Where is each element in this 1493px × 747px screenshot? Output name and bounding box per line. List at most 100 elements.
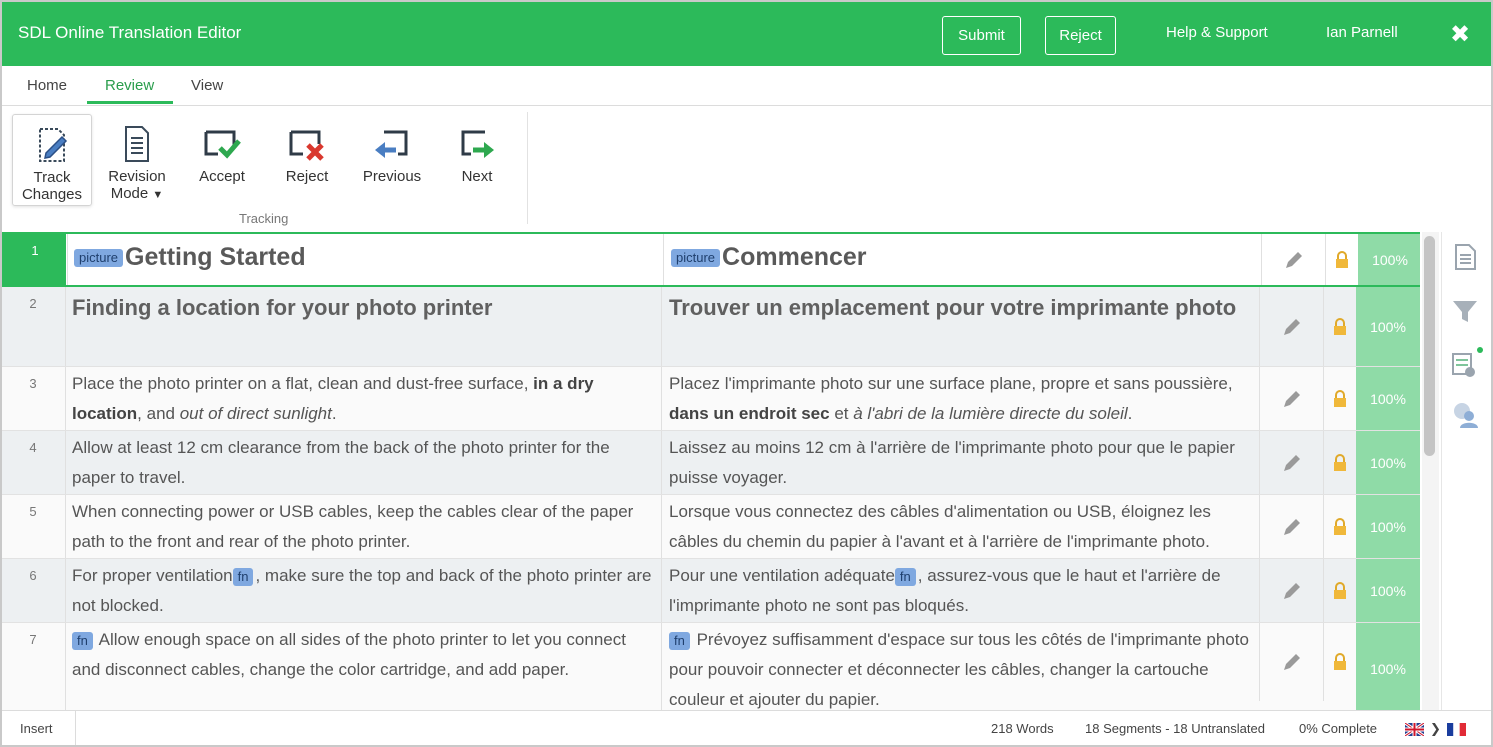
lock-icon: [1334, 517, 1346, 535]
match-percentage: 100%: [1356, 367, 1420, 430]
track-changes-label-1: Track: [33, 169, 71, 186]
lock-cell[interactable]: [1323, 559, 1356, 622]
lock-cell[interactable]: [1325, 234, 1358, 285]
source-text: Getting Started: [125, 243, 306, 271]
pencil-icon: [1283, 654, 1300, 670]
source-cell: For proper ventilation fn, make sure the …: [65, 559, 660, 622]
segment-count: 18 Segments - 18 Untranslated: [1085, 721, 1265, 736]
segment-number: 4: [29, 440, 37, 455]
footnote-tag[interactable]: fn: [894, 567, 916, 586]
target-italic-text: à l'abri de la lumière directe du soleil: [853, 404, 1128, 423]
lock-icon: [1334, 581, 1346, 599]
revision-mode-label-1: Revision: [108, 168, 166, 185]
grid-scrollbar-thumb[interactable]: [1424, 236, 1435, 456]
qa-checker-icon[interactable]: [1450, 350, 1480, 380]
source-cell: When connecting power or USB cables, kee…: [65, 495, 660, 558]
track-changes-button[interactable]: Track Changes: [12, 114, 92, 206]
target-cell[interactable]: picture Commencer: [663, 234, 1260, 285]
segment-row[interactable]: 5 When connecting power or USB cables, k…: [2, 495, 1420, 559]
reject-icon: [289, 130, 324, 161]
user-menu[interactable]: Ian Parnell: [1326, 24, 1398, 41]
footnote-tag[interactable]: fn: [232, 567, 254, 586]
accept-button[interactable]: Accept: [182, 114, 262, 206]
pencil-icon: [1283, 518, 1300, 535]
document-icon[interactable]: [1450, 242, 1480, 272]
help-support-link[interactable]: Help & Support: [1166, 24, 1268, 41]
lock-cell[interactable]: [1323, 495, 1356, 558]
segment-row[interactable]: 1 picture Getting Started picture Commence…: [2, 232, 1420, 287]
revision-mode-button[interactable]: Revision Mode ▼: [97, 114, 177, 206]
segment-row[interactable]: 6 For proper ventilation fn, make sure th…: [2, 559, 1420, 623]
segment-number: 5: [29, 504, 37, 519]
target-cell[interactable]: Lorsque vous connectez des câbles d'alim…: [661, 495, 1258, 558]
reject-task-button[interactable]: Reject: [1045, 16, 1116, 55]
edit-cell[interactable]: [1259, 287, 1323, 366]
segment-number: 6: [29, 568, 37, 583]
lock-cell[interactable]: [1323, 287, 1356, 366]
edit-cell[interactable]: [1259, 431, 1323, 494]
match-percentage: 100%: [1356, 495, 1420, 558]
match-percentage: 100%: [1356, 287, 1420, 366]
target-text: Pour une ventilation adéquate: [669, 566, 895, 585]
filter-icon[interactable]: [1450, 296, 1480, 326]
footnote-tag[interactable]: fn: [72, 631, 93, 650]
track-changes-icon: [39, 128, 68, 162]
source-text: Allow enough space on all sides of the p…: [72, 630, 626, 679]
pencil-icon: [1283, 454, 1300, 471]
close-icon[interactable]: ✖: [1450, 20, 1470, 49]
match-percentage: 100%: [1356, 559, 1420, 622]
previous-button[interactable]: Previous: [352, 114, 432, 206]
target-text: .: [1127, 404, 1133, 423]
picture-tag[interactable]: picture: [671, 249, 721, 268]
edit-cell[interactable]: [1259, 495, 1323, 558]
lock-icon: [1334, 653, 1346, 670]
next-label: Next: [461, 168, 493, 185]
insert-mode-indicator[interactable]: Insert: [20, 721, 53, 736]
edit-cell[interactable]: [1259, 367, 1323, 430]
target-text: Trouver un emplacement pour votre imprim…: [669, 295, 1237, 320]
target-cell[interactable]: Laissez au moins 12 cm à l'arrière de l'…: [661, 431, 1258, 494]
notification-dot: [1477, 347, 1483, 353]
source-cell: picture Getting Started: [67, 234, 662, 285]
next-button[interactable]: Next: [437, 114, 517, 206]
accept-icon: [204, 130, 241, 159]
tab-home[interactable]: Home: [27, 77, 67, 94]
source-text: Allow at least 12 cm clearance from the …: [72, 438, 610, 487]
submit-button[interactable]: Submit: [942, 16, 1021, 55]
comments-icon[interactable]: [1450, 400, 1480, 430]
segment-number: 3: [29, 376, 37, 391]
menu-tabs: Home Review View: [2, 66, 1491, 106]
target-cell[interactable]: Trouver un emplacement pour votre imprim…: [661, 287, 1258, 366]
tab-view[interactable]: View: [191, 77, 223, 94]
segment-row[interactable]: 3 Place the photo printer on a flat, cle…: [2, 367, 1420, 431]
lock-cell[interactable]: [1323, 367, 1356, 430]
target-cell[interactable]: fn Prévoyez suffisamment d'espace sur to…: [661, 623, 1258, 710]
lock-cell[interactable]: [1323, 431, 1356, 494]
target-cell[interactable]: Placez l'imprimante photo sur une surfac…: [661, 367, 1258, 430]
edit-cell[interactable]: [1261, 234, 1325, 285]
previous-label: Previous: [362, 168, 422, 185]
picture-tag[interactable]: picture: [74, 249, 124, 268]
segment-number: 7: [29, 632, 37, 647]
lock-cell[interactable]: [1323, 623, 1356, 701]
reject-button[interactable]: Reject: [267, 114, 347, 206]
completion-status: 0% Complete: [1299, 721, 1378, 736]
source-cell: Place the photo printer on a flat, clean…: [65, 367, 660, 430]
segment-row[interactable]: 2 Finding a location for your photo prin…: [2, 287, 1420, 367]
edit-cell[interactable]: [1259, 623, 1323, 701]
target-cell[interactable]: Pour une ventilation adéquate fn, assurez…: [661, 559, 1258, 622]
footnote-tag[interactable]: fn: [669, 631, 690, 650]
target-text: Commencer: [722, 243, 867, 271]
segment-number: 1: [4, 234, 66, 285]
uk-flag-icon: [1405, 722, 1424, 736]
match-percentage: 100%: [1356, 623, 1420, 710]
source-text: .: [331, 404, 337, 423]
segment-row[interactable]: 4 Allow at least 12 cm clearance from th…: [2, 431, 1420, 495]
edit-cell[interactable]: [1259, 559, 1323, 622]
active-tab-indicator: [87, 101, 173, 104]
segment-row[interactable]: 7 fn Allow enough space on all sides of …: [2, 623, 1420, 710]
pencil-icon: [1285, 251, 1302, 268]
source-text: Finding a location for your photo printe…: [72, 295, 493, 320]
word-count: 218 Words: [991, 721, 1054, 736]
tab-review[interactable]: Review: [105, 77, 154, 94]
